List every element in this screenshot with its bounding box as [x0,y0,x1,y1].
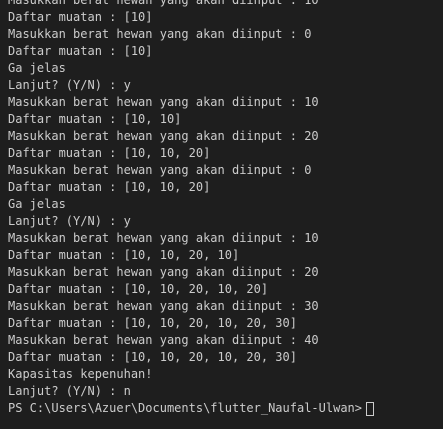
output-line: Daftar muatan : [10] [8,10,153,24]
output-line: Daftar muatan : [10, 10, 20, 10, 20, 30] [8,316,297,330]
terminal-output[interactable]: Masukkan berat hewan yang akan diinput :… [0,0,443,429]
command-prompt-line[interactable]: PS C:\Users\Azuer\Documents\flutter_Nauf… [8,400,443,417]
output-line: Masukkan berat hewan yang akan diinput :… [8,95,319,109]
prompt-text: PS C:\Users\Azuer\Documents\flutter_Nauf… [8,401,363,415]
output-line: Ga jelas [8,61,66,75]
output-line: Masukkan berat hewan yang akan diinput :… [8,27,312,41]
output-line: Masukkan berat hewan yang akan diinput :… [8,299,319,313]
output-line: Masukkan berat hewan yang akan diinput :… [8,333,319,347]
output-line: Lanjut? (Y/N) : y [8,78,131,92]
output-line: Daftar muatan : [10, 10, 20] [8,146,211,160]
output-line: Masukkan berat hewan yang akan diinput :… [8,231,319,245]
output-line: Ga jelas [8,197,66,211]
output-line: Daftar muatan : [10, 10, 20] [8,180,211,194]
output-line: Lanjut? (Y/N) : n [8,384,131,398]
output-line: Daftar muatan : [10, 10, 20, 10, 20, 30] [8,350,297,364]
output-line: Kapasitas kepenuhan! [8,367,153,381]
output-line: Daftar muatan : [10] [8,44,153,58]
output-line: Masukkan berat hewan yang akan diinput :… [8,265,319,279]
output-line: Daftar muatan : [10, 10, 20, 10] [8,248,240,262]
output-line: Masukkan berat hewan yang akan diinput :… [8,163,312,177]
text-cursor[interactable] [366,401,375,416]
output-line: Daftar muatan : [10, 10, 20, 10, 20] [8,282,269,296]
output-line: Masukkan berat hewan yang akan diinput :… [8,0,319,7]
output-line: Masukkan berat hewan yang akan diinput :… [8,129,319,143]
output-line: Lanjut? (Y/N) : y [8,214,131,228]
output-line: Daftar muatan : [10, 10] [8,112,182,126]
